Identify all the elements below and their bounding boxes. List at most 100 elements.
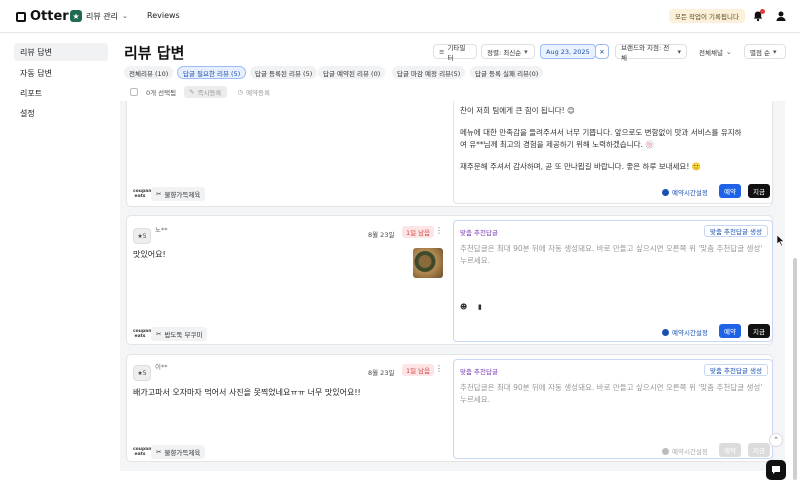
clock-icon xyxy=(662,188,669,196)
channel-dropdown[interactable]: 전체채널 ⌄ xyxy=(694,44,738,59)
reply-line: 찬이 저희 팀에게 큰 힘이 됩니다! 😊 xyxy=(460,106,575,115)
bulk-register-button[interactable]: ✎ 즉시등록 xyxy=(184,85,227,98)
reserve-button[interactable]: 예약 xyxy=(719,324,741,338)
sidebar-item-report[interactable]: 리포트 xyxy=(14,84,108,102)
app-name: Otter xyxy=(30,9,69,24)
selection-toolbar: 0개 선택됨 ✎ 즉시등록 ◷ 예약등록 xyxy=(130,85,275,98)
suggest-label: 맞춤 추천답글 xyxy=(460,229,498,237)
deadline-label: 1일 남음 xyxy=(406,229,431,237)
chat-icon xyxy=(772,466,780,474)
rating-badge: ★5 xyxy=(133,365,151,381)
reserve-label: 예약 xyxy=(724,328,736,336)
review-date: 8월 23일 xyxy=(368,369,395,377)
clock-icon: ◷ xyxy=(237,87,244,96)
schedule-label: 예약시간설정 xyxy=(672,189,708,197)
tab-label: 답글 필요한 리뷰 (5) xyxy=(183,69,241,78)
tab-scheduled[interactable]: 답글 예약된 리뷰 (0) xyxy=(318,66,386,79)
reply-spacer xyxy=(460,151,766,161)
post-now-button[interactable]: 지금 xyxy=(748,443,770,457)
review-card: ★5 노** 8월 23일 1일 남음 ⋮ 맛있어요! 맞춤 추천답글 맞춤 추… xyxy=(126,215,773,345)
review-date: 8월 23일 xyxy=(368,231,395,239)
reply-line: 메뉴에 대한 만족감을 들려주셔서 너무 기쁩니다. 앞으로도 변함없이 맛과 … xyxy=(460,128,742,137)
sort-dropdown[interactable]: 정렬: 최신순 ▾ xyxy=(481,44,535,59)
select-all-checkbox[interactable] xyxy=(130,87,138,96)
chevron-up-icon: ⌃ xyxy=(773,436,779,444)
review-photo[interactable] xyxy=(413,248,443,278)
generate-suggestion-button[interactable]: 맞춤 추천답글 생성 xyxy=(704,225,768,237)
chat-support-button[interactable] xyxy=(766,460,786,480)
reviewer-name: 이** xyxy=(155,363,168,371)
filter-button[interactable]: ≡ 기타필터 xyxy=(433,44,477,62)
review-list: 찬이 저희 팀에게 큰 힘이 됩니다! 😊 메뉴에 대한 만족감을 들려주셔서 … xyxy=(120,101,785,471)
tab-label: 답글 등록된 리뷰 (5) xyxy=(255,69,313,78)
scroll-to-top-button[interactable]: ⌃ xyxy=(769,433,783,447)
schedule-time-link[interactable]: 예약시간설정 xyxy=(662,446,708,456)
date-picker[interactable]: Aug 23, 2025 xyxy=(540,44,596,59)
page-scrollbar[interactable] xyxy=(793,258,797,480)
emoji-icon[interactable]: ☻ xyxy=(460,303,467,311)
coupang-eats-logo: coupang eats xyxy=(133,447,155,457)
page-title: 리뷰 답변 xyxy=(124,44,185,62)
reply-line: 여 유**님께 최고의 경험을 제공하기 위해 노력하겠습니다. 🍥 xyxy=(460,140,655,149)
bulk-register-label: 즉시등록 xyxy=(197,88,222,97)
brand-location-dropdown[interactable]: 브랜드와 지점: 전체 ▾ xyxy=(615,44,687,62)
tab-all[interactable]: 전체리뷰 (10) xyxy=(124,66,174,79)
reply-text[interactable]: 찬이 저희 팀에게 큰 힘이 됩니다! 😊 메뉴에 대한 만족감을 들려주셔서 … xyxy=(460,105,766,173)
sidebar: 리뷰 답변 자동 답변 리포트 설정 xyxy=(0,33,120,489)
reply-editor[interactable]: 맞춤 추천답글 맞춤 추천답글 생성 추천답글은 최대 90분 뒤에 자동 생성… xyxy=(453,359,773,459)
user-icon[interactable] xyxy=(775,10,787,22)
reserve-button[interactable]: 예약 xyxy=(719,443,741,457)
bulk-reserve-label: 예약등록 xyxy=(246,88,271,97)
chevron-down-icon: ▾ xyxy=(677,47,681,56)
reply-placeholder: 추천답글은 최대 90분 뒤에 자동 생성돼요. 바로 만들고 싶으시면 오른쪽… xyxy=(460,244,763,265)
clock-icon xyxy=(662,328,669,336)
schedule-time-link[interactable]: 예약시간설정 xyxy=(662,327,708,337)
chevron-down-icon: ▾ xyxy=(773,47,777,56)
rating-value: ★5 xyxy=(137,369,147,377)
utensils-icon: ✂ xyxy=(156,330,162,338)
nav-reviews-link[interactable]: Reviews xyxy=(147,11,180,20)
post-now-button[interactable]: 지금 xyxy=(748,184,770,198)
tab-label: 전체리뷰 (10) xyxy=(129,69,169,78)
tab-deadline-soon[interactable]: 답글 마감 예정 리뷰(5) xyxy=(392,66,466,79)
rating-value: ★5 xyxy=(137,232,147,240)
tab-failed[interactable]: 답글 등록 실패 리뷰(0) xyxy=(470,66,544,79)
reply-editor[interactable]: 맞춤 추천답글 맞춤 추천답글 생성 추천답글은 최대 90분 뒤에 자동 생성… xyxy=(453,220,773,342)
generate-suggestion-button[interactable]: 맞춤 추천답글 생성 xyxy=(704,364,768,376)
more-options-icon[interactable]: ⋮ xyxy=(435,226,443,235)
store-selector[interactable]: ★ 리뷰 관리 ⌄ xyxy=(70,10,128,22)
otter-logo[interactable]: Otter xyxy=(16,9,69,24)
bulk-reserve-button[interactable]: ◷ 예약등록 xyxy=(233,86,276,98)
selected-count: 0개 선택됨 xyxy=(146,88,177,97)
chevron-down-icon: ⌄ xyxy=(725,47,732,56)
more-options-icon[interactable]: ⋮ xyxy=(435,364,443,373)
schedule-time-link[interactable]: 예약시간설정 xyxy=(662,187,708,197)
rating-badge: ★5 xyxy=(133,228,151,244)
tab-replied[interactable]: 답글 등록된 리뷰 (5) xyxy=(250,66,318,79)
chevron-down-icon: ▾ xyxy=(524,47,528,56)
trash-icon[interactable]: ▮ xyxy=(478,303,482,311)
channel-label: 전체채널 xyxy=(699,48,723,57)
notification-dot xyxy=(760,9,765,14)
reply-line: 재주문해 주셔서 감사하며, 곧 또 만나뵙길 바랍니다. 좋은 하루 보내세요… xyxy=(460,162,702,171)
reply-placeholder: 추천답글은 최대 90분 뒤에 자동 생성돼요. 바로 만들고 싶으시면 오른쪽… xyxy=(460,383,763,404)
star-icon: ★ xyxy=(70,10,82,22)
menu-tag: ✂ 불향가득제육 xyxy=(151,445,206,459)
tab-label: 답글 등록 실패 리뷰(0) xyxy=(475,69,539,78)
clear-date-button[interactable]: ✕ xyxy=(595,44,609,59)
reply-editor[interactable]: 찬이 저희 팀에게 큰 힘이 됩니다! 😊 메뉴에 대한 만족감을 들려주셔서 … xyxy=(453,101,773,204)
rating-sort-dropdown[interactable]: 별점 순 ▾ xyxy=(744,44,786,59)
record-badge: 모든 작업이 기록됩니다 xyxy=(669,9,745,23)
reserve-label: 예약 xyxy=(724,447,736,455)
chevron-down-icon: ⌄ xyxy=(121,12,128,20)
menu-tag-label: 불향가득제육 xyxy=(164,449,201,457)
reserve-button[interactable]: 예약 xyxy=(719,184,741,198)
post-now-button[interactable]: 지금 xyxy=(748,324,770,338)
sidebar-item-settings[interactable]: 설정 xyxy=(14,104,108,122)
logo-square-icon xyxy=(16,11,26,22)
post-now-label: 지금 xyxy=(753,447,765,455)
sidebar-item-review-reply[interactable]: 리뷰 답변 xyxy=(14,43,108,61)
sidebar-item-auto-reply[interactable]: 자동 답변 xyxy=(14,64,108,82)
tab-needs-reply[interactable]: 답글 필요한 리뷰 (5) xyxy=(177,66,247,79)
review-text: 배가고파서 오자마자 먹어서 사진을 못찍었네요ㅠㅠ 너무 맛있어요!! xyxy=(133,388,361,397)
